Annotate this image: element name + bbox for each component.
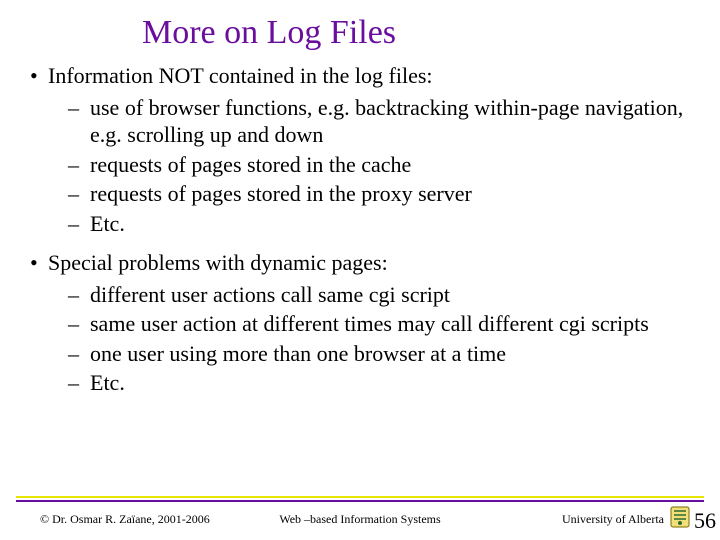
sub-bullet-text: Etc. (90, 370, 125, 395)
sub-bullet-item: Etc. (68, 369, 706, 397)
footer: © Dr. Osmar R. Zaïane, 2001-2006 Web –ba… (0, 506, 720, 532)
sub-bullet-text: same user action at different times may … (90, 311, 649, 336)
bullet-text: Information NOT contained in the log fil… (48, 63, 433, 88)
sub-bullet-item: Etc. (68, 210, 706, 238)
slide-title: More on Log Files (0, 0, 720, 58)
bullet-list: Information NOT contained in the log fil… (28, 62, 706, 397)
footer-copyright: © Dr. Osmar R. Zaïane, 2001-2006 (40, 512, 210, 527)
bullet-item: Special problems with dynamic pages: dif… (28, 249, 706, 397)
sub-bullet-item: requests of pages stored in the cache (68, 151, 706, 179)
footer-right: University of Alberta (562, 512, 664, 527)
sub-bullet-text: one user using more than one browser at … (90, 341, 506, 366)
sub-bullet-text: requests of pages stored in the cache (90, 152, 411, 177)
sub-bullet-text: use of browser functions, e.g. backtrack… (90, 95, 683, 148)
divider-yellow (16, 496, 704, 498)
sub-bullet-item: one user using more than one browser at … (68, 340, 706, 368)
bullet-item: Information NOT contained in the log fil… (28, 62, 706, 237)
university-logo-icon (670, 506, 690, 532)
footer-divider (16, 496, 704, 502)
page-number: 56 (694, 508, 716, 534)
sub-bullet-item: same user action at different times may … (68, 310, 706, 338)
slide: More on Log Files Information NOT contai… (0, 0, 720, 540)
bullet-text: Special problems with dynamic pages: (48, 250, 388, 275)
sub-bullet-text: Etc. (90, 211, 125, 236)
sub-bullet-text: requests of pages stored in the proxy se… (90, 181, 472, 206)
sub-bullet-item: requests of pages stored in the proxy se… (68, 180, 706, 208)
sub-bullet-item: use of browser functions, e.g. backtrack… (68, 94, 706, 149)
sub-bullet-list: use of browser functions, e.g. backtrack… (48, 94, 706, 238)
sub-bullet-text: different user actions call same cgi scr… (90, 282, 450, 307)
slide-content: Information NOT contained in the log fil… (0, 58, 720, 397)
sub-bullet-list: different user actions call same cgi scr… (48, 281, 706, 397)
divider-purple (16, 500, 704, 502)
sub-bullet-item: different user actions call same cgi scr… (68, 281, 706, 309)
